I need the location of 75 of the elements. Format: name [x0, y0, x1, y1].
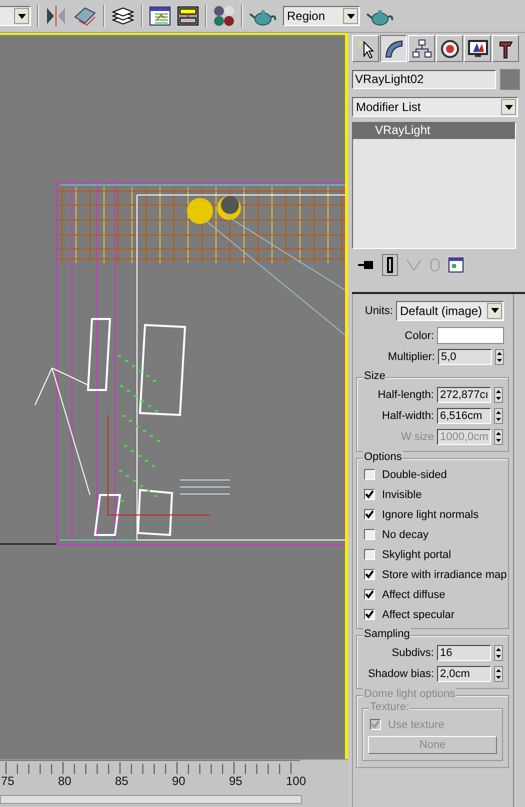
curve-editor-icon[interactable]	[149, 6, 171, 26]
bracket-icon	[385, 257, 395, 273]
monitor-icon[interactable]	[464, 35, 491, 62]
dropdown[interactable]	[0, 6, 31, 26]
hierarchy-icon[interactable]	[408, 35, 435, 62]
light-color-swatch[interactable]	[437, 327, 504, 344]
spinner-field[interactable]: 6,516cm	[437, 408, 491, 424]
frame-number: 85	[115, 774, 130, 788]
pin-icon[interactable]	[358, 259, 374, 271]
checkbox-label: Store with irradiance map	[382, 568, 507, 580]
field-label: Units:	[364, 304, 393, 316]
spinner-icon[interactable]	[494, 666, 503, 682]
group-title: Texture:	[369, 701, 410, 713]
time-slider-track[interactable]	[0, 795, 302, 804]
checkbox-label: No decay	[382, 528, 428, 540]
curve-icon[interactable]	[380, 35, 407, 62]
field-label: Color:	[404, 330, 434, 342]
material-spheres-icon[interactable]	[213, 5, 235, 27]
frame-number: 90	[172, 774, 186, 788]
layers-icon[interactable]	[111, 6, 135, 26]
wheel-icon[interactable]	[436, 35, 463, 62]
mirror-icon[interactable]	[45, 6, 67, 26]
checkbox[interactable]	[364, 509, 375, 520]
show-end-result-button[interactable]	[382, 254, 398, 276]
group-title: Options	[363, 451, 403, 463]
spinner-field[interactable]: 272,877cı	[437, 386, 491, 402]
spinner-icon[interactable]	[494, 386, 503, 402]
field-label: Subdivs:	[392, 646, 434, 658]
schematic-icon[interactable]	[177, 6, 199, 26]
checkbox-label: Double-sided	[382, 468, 447, 480]
spinner-field[interactable]: 2,0cm	[437, 666, 491, 682]
hammer-icon[interactable]	[492, 35, 519, 62]
caret-icon	[504, 104, 512, 110]
checkbox-label: Invisible	[382, 488, 422, 500]
checkbox[interactable]	[364, 529, 375, 540]
group-title: Sampling	[363, 628, 411, 640]
frame-number: 95	[229, 774, 244, 788]
caret-icon	[346, 14, 354, 18]
caret-icon	[18, 14, 26, 18]
frame-number: 100	[286, 774, 308, 788]
checkbox-label: Affect diffuse	[382, 588, 446, 600]
spinner-icon[interactable]	[494, 428, 503, 444]
modifier-list-dropdown[interactable]: Modifier List	[352, 97, 518, 117]
group-title: Dome light options	[363, 688, 456, 700]
field-label: W size	[401, 430, 434, 442]
frame-number: 75	[1, 774, 16, 788]
field-label: Half-length:	[378, 388, 434, 400]
frame-number: 80	[58, 774, 72, 788]
render-type-dropdown[interactable]: Region	[283, 6, 360, 26]
spinner-field[interactable]: 5,0	[438, 348, 492, 364]
checkbox[interactable]	[364, 469, 375, 480]
group-title: Size	[363, 370, 386, 382]
caret-icon	[490, 308, 498, 313]
field-label: Multiplier:	[388, 350, 435, 362]
checkbox[interactable]	[364, 589, 375, 600]
spinner-icon[interactable]	[494, 644, 503, 660]
checkbox[interactable]	[364, 549, 375, 560]
checkbox[interactable]	[364, 569, 375, 580]
stack-item[interactable]: VRayLight	[353, 123, 515, 139]
object-name-field[interactable]: VRayLight02	[352, 70, 496, 89]
field-label: Shadow bias:	[368, 668, 434, 680]
checkbox-label: Use texture	[388, 718, 444, 730]
spinner-icon[interactable]	[495, 348, 504, 364]
spinner-icon[interactable]	[494, 408, 503, 424]
checkbox[interactable]	[364, 489, 375, 500]
checkbox-label: Skylight portal	[382, 548, 452, 560]
field-label: Half-width:	[382, 410, 434, 422]
checkbox-label: Ignore light normals	[382, 508, 479, 520]
spinner-field[interactable]: 16	[437, 644, 491, 660]
configure-sets-icon[interactable]	[448, 257, 464, 273]
checkbox-label: Affect specular	[382, 608, 455, 620]
units-dropdown[interactable]: Default (image)	[396, 300, 504, 320]
object-color-swatch[interactable]	[500, 69, 520, 90]
checkbox[interactable]	[364, 609, 375, 620]
align-icon[interactable]	[73, 5, 97, 27]
